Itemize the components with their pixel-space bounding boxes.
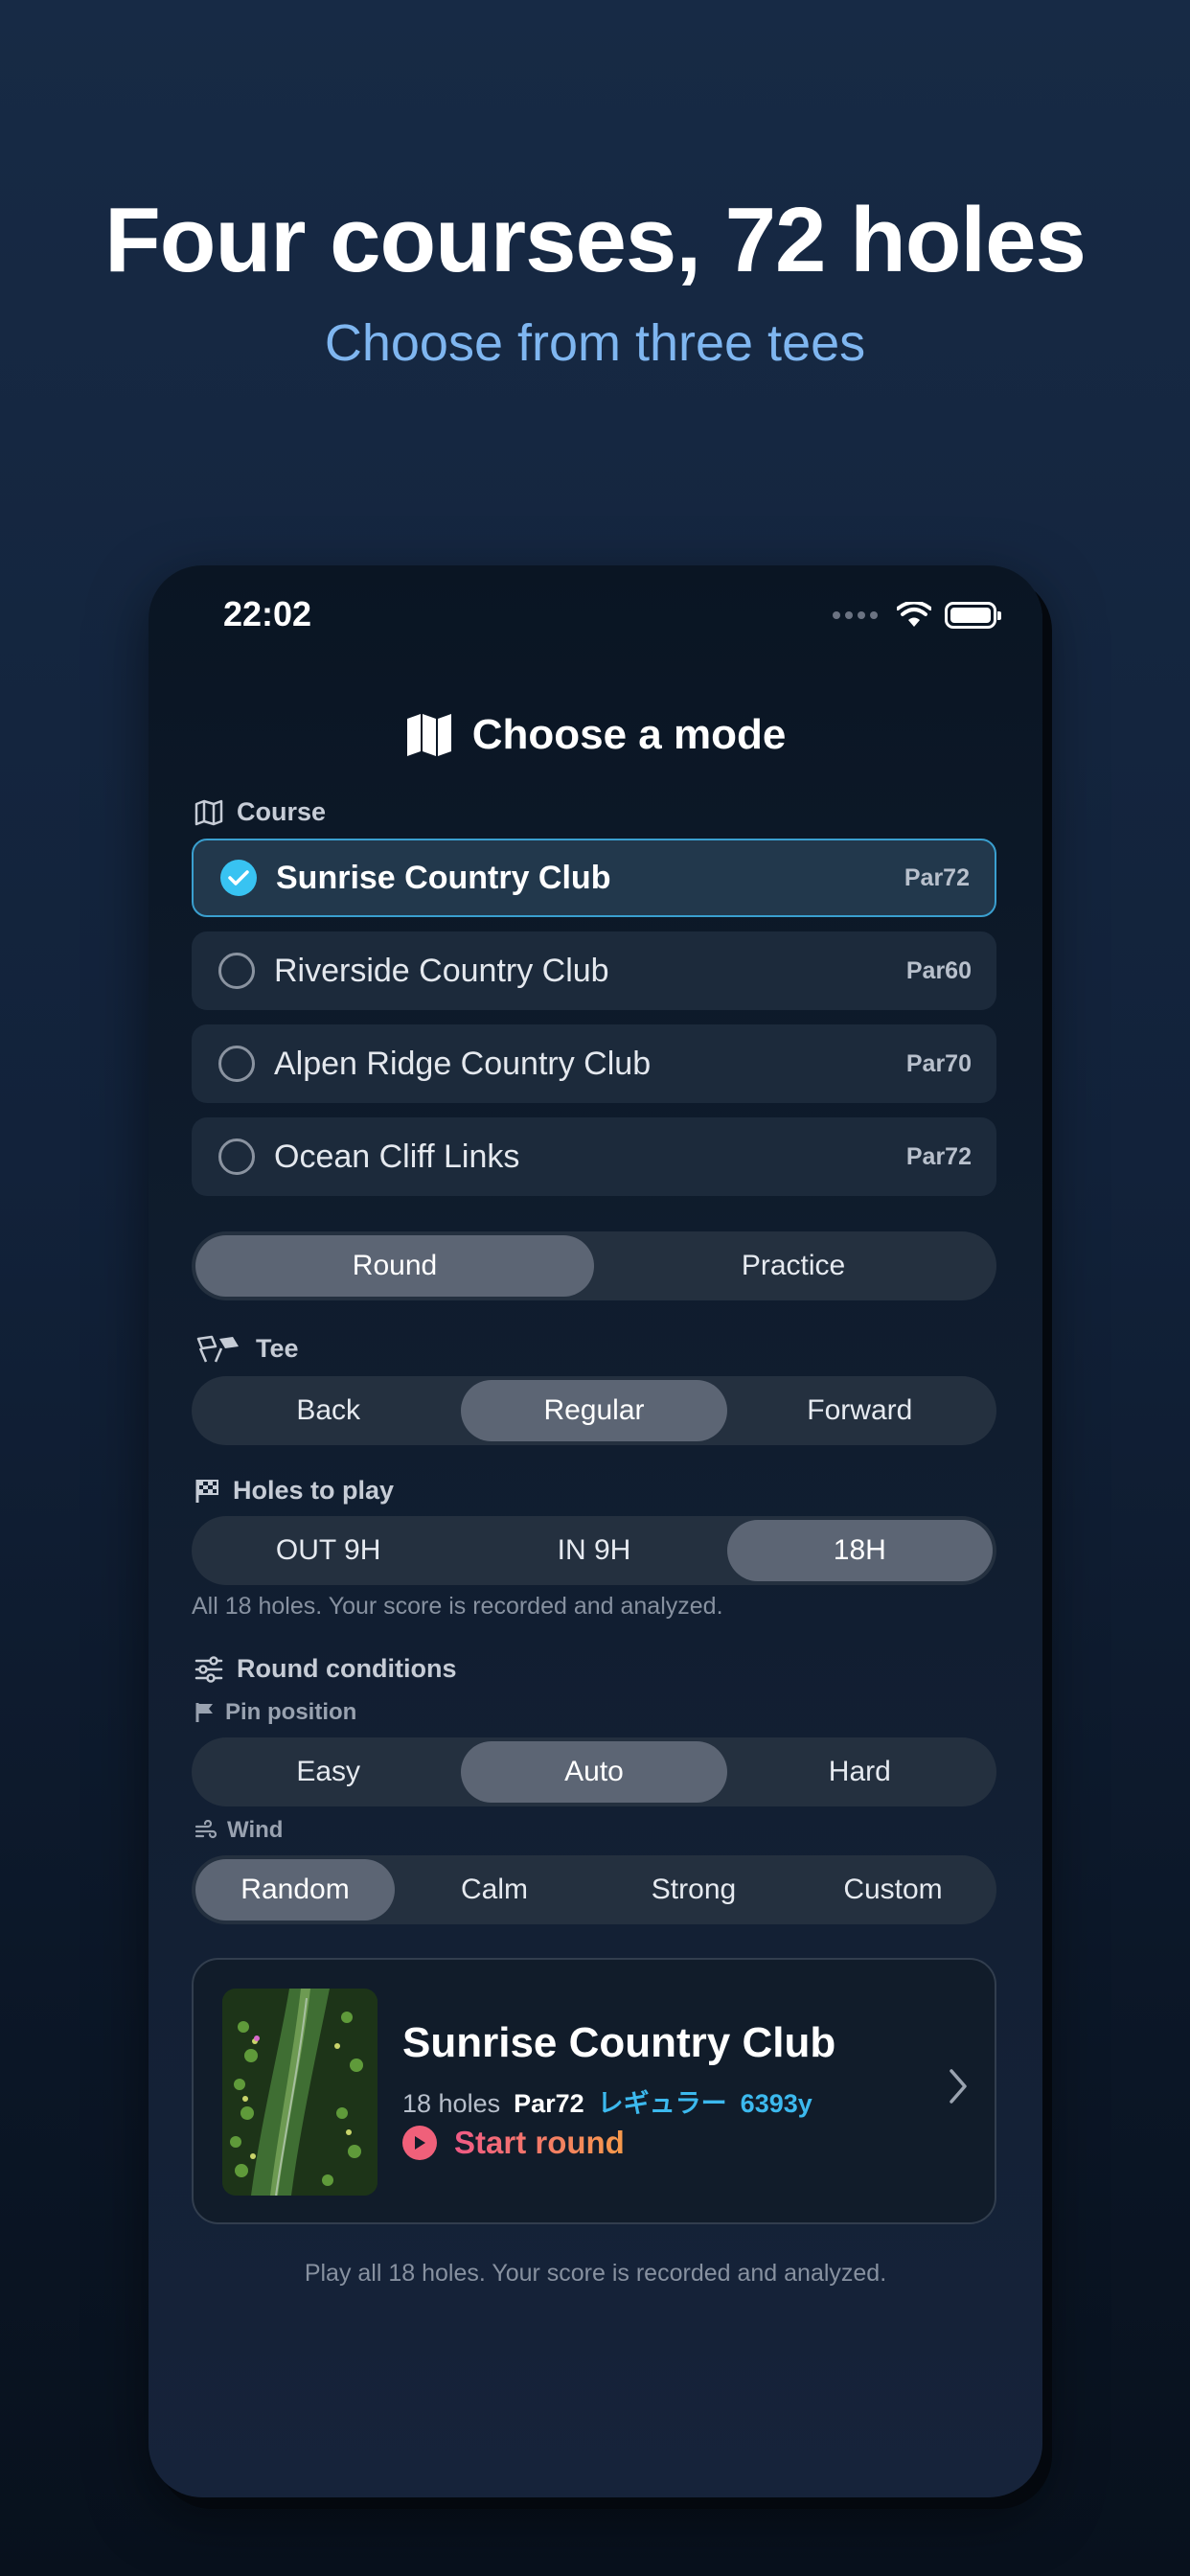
chevron-right-icon — [950, 2069, 967, 2104]
wind-segmented-control: Random Calm Strong Custom — [192, 1855, 996, 1924]
wind-option-custom[interactable]: Custom — [793, 1859, 993, 1920]
tee-segmented-control: Back Regular Forward — [192, 1376, 996, 1445]
tee-option-regular[interactable]: Regular — [461, 1380, 727, 1441]
flag-icon — [195, 1703, 213, 1722]
pin-option-easy[interactable]: Easy — [195, 1741, 461, 1803]
summary-yardage: 6393y — [740, 2089, 812, 2118]
start-round-card[interactable]: Sunrise Country Club 18 holes Par72 レギュラ… — [192, 1958, 996, 2224]
summary-tee: レギュラー — [597, 2089, 727, 2118]
wind-icon — [195, 1820, 217, 1839]
course-option-riverside[interactable]: Riverside Country Club Par60 — [192, 932, 996, 1010]
radio-checked-icon — [220, 860, 257, 896]
pin-segmented-control: Easy Auto Hard — [192, 1737, 996, 1806]
conditions-label: Round conditions — [237, 1654, 457, 1683]
holes-hint: All 18 holes. Your score is recorded and… — [192, 1593, 723, 1620]
holes-option-18[interactable]: 18H — [726, 1520, 993, 1581]
holes-option-out[interactable]: OUT 9H — [195, 1520, 461, 1581]
tee-option-back[interactable]: Back — [195, 1380, 461, 1441]
status-icons — [833, 602, 1001, 629]
tee-flags-icon — [196, 1335, 239, 1362]
tee-option-forward[interactable]: Forward — [727, 1380, 993, 1441]
course-name: Ocean Cliff Links — [274, 1138, 520, 1175]
course-par: Par72 — [905, 1142, 972, 1170]
radio-unchecked-icon — [218, 1138, 255, 1175]
status-time: 22:02 — [223, 594, 312, 633]
course-name: Alpen Ridge Country Club — [274, 1045, 652, 1082]
wind-label-row: Wind — [195, 1817, 283, 1844]
summary-meta: 18 holes Par72 レギュラー 6393y — [402, 2082, 812, 2120]
course-name: Riverside Country Club — [274, 952, 609, 989]
start-round-button[interactable]: Start round — [402, 2125, 625, 2161]
play-icon — [402, 2126, 437, 2160]
radio-unchecked-icon — [218, 1046, 255, 1082]
footer-note: Play all 18 holes. Your score is recorde… — [304, 2260, 887, 2287]
hero-title: Four courses, 72 holes — [104, 189, 1087, 291]
holes-label: Holes to play — [233, 1476, 395, 1505]
course-name: Sunrise Country Club — [276, 859, 611, 896]
tab-practice[interactable]: Practice — [594, 1235, 993, 1297]
tab-round[interactable]: Round — [195, 1235, 594, 1297]
mode-segmented-control: Round Practice — [192, 1231, 996, 1300]
course-option-sunrise[interactable]: Sunrise Country Club Par72 — [192, 839, 996, 917]
holes-option-in[interactable]: IN 9H — [461, 1520, 726, 1581]
pin-label: Pin position — [225, 1699, 357, 1725]
wind-option-strong[interactable]: Strong — [594, 1859, 793, 1920]
cellular-signal-icon — [833, 611, 878, 619]
wind-label: Wind — [227, 1817, 284, 1843]
wind-option-random[interactable]: Random — [195, 1859, 395, 1920]
phone-frame: 22:02 Choose a mode Course Sunrise Count… — [149, 565, 1042, 2497]
wifi-icon — [897, 602, 931, 627]
course-label: Course — [237, 797, 327, 826]
course-par: Par70 — [905, 1049, 972, 1077]
course-section-label: Course — [195, 797, 326, 827]
map-outline-icon — [195, 799, 223, 825]
holes-section-label: Holes to play — [195, 1476, 394, 1506]
sliders-icon — [195, 1655, 223, 1683]
pin-option-hard[interactable]: Hard — [727, 1741, 993, 1803]
hero-subtitle: Choose from three tees — [324, 314, 866, 372]
tee-section-label: Tee — [195, 1334, 299, 1364]
summary-par: Par72 — [514, 2089, 584, 2118]
radio-unchecked-icon — [218, 953, 255, 989]
course-option-ocean-cliff[interactable]: Ocean Cliff Links Par72 — [192, 1117, 996, 1196]
pin-option-auto[interactable]: Auto — [461, 1741, 727, 1803]
course-thumbnail — [222, 1989, 378, 2196]
wind-option-calm[interactable]: Calm — [395, 1859, 594, 1920]
mode-header: Choose a mode — [149, 711, 1042, 759]
start-round-label: Start round — [454, 2125, 625, 2160]
summary-course-name: Sunrise Country Club — [402, 2019, 836, 2066]
course-par: Par60 — [905, 956, 972, 984]
summary-holes: 18 holes — [402, 2089, 501, 2118]
battery-icon — [945, 602, 1001, 629]
page-title: Choose a mode — [471, 711, 787, 758]
checkered-flag-icon — [195, 1479, 218, 1503]
conditions-section-label: Round conditions — [195, 1654, 456, 1684]
tee-label: Tee — [256, 1334, 299, 1363]
map-icon — [406, 714, 451, 756]
holes-segmented-control: OUT 9H IN 9H 18H — [192, 1516, 996, 1585]
course-option-alpen-ridge[interactable]: Alpen Ridge Country Club Par70 — [192, 1024, 996, 1103]
course-par: Par72 — [904, 863, 970, 891]
course-list: Sunrise Country Club Par72 Riverside Cou… — [192, 839, 996, 1210]
pin-position-label: Pin position — [195, 1699, 356, 1726]
